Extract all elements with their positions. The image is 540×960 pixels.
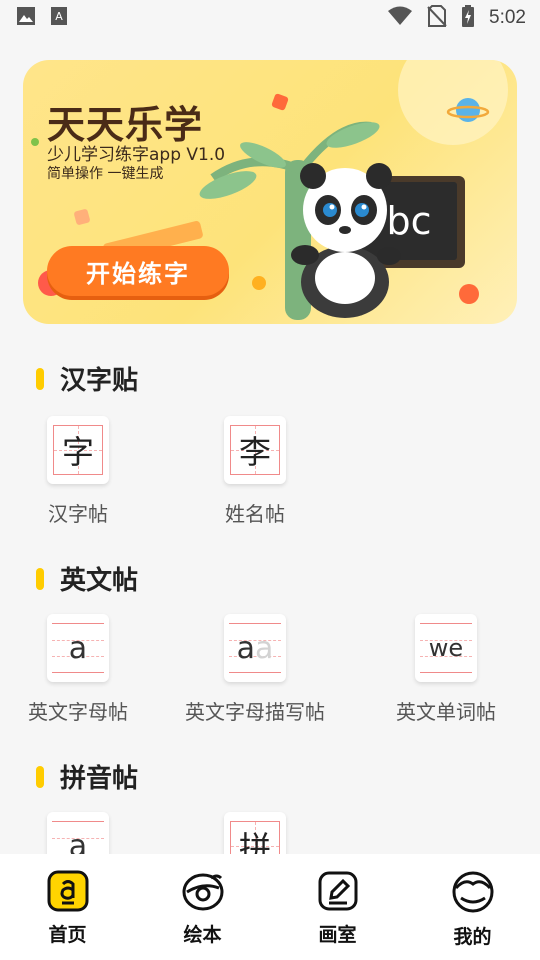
image-icon [16,6,36,30]
banner-subtitle: 少儿学习练字app V1.0 [47,145,226,165]
tile-label: 英文字母描写帖 [185,700,325,724]
profile-icon [451,870,495,918]
tile-name-copybook[interactable]: 李 姓名帖 [175,416,335,527]
tile-card: we [415,614,477,682]
battery-charging-icon [461,5,475,31]
section-title-chinese: 汉字贴 [36,360,138,397]
nav-label: 画室 [318,924,357,946]
nav-profile[interactable]: 我的 [405,854,540,960]
nav-studio[interactable]: 画室 [270,854,405,960]
no-sim-icon [427,5,447,31]
tile-english-words[interactable]: we 英文单词帖 [366,614,526,725]
status-bar: A 5:02 [0,0,540,36]
tile-chinese-character[interactable]: 字 汉字帖 [0,416,158,527]
tile-card: 李 [224,416,286,484]
tile-label: 汉字帖 [48,502,108,526]
text-recognition-icon: A [50,6,68,30]
section-accent-bar [36,567,44,590]
svg-text:A: A [55,10,63,23]
picture-book-icon [181,870,225,916]
nav-label: 首页 [48,924,87,946]
nav-label: 我的 [453,926,492,948]
tile-english-tracing[interactable]: aa 英文字母描写帖 [175,614,335,725]
home-icon [47,870,89,916]
svg-text:bc: bc [386,199,431,243]
tile-card: a [47,614,109,682]
wifi-icon [387,6,413,30]
clock-time: 5:02 [489,7,526,28]
hero-banner[interactable]: bc 天天乐学 少儿学习练字app V1.0 简单操作 一键生成 开始练字 [23,60,517,324]
section-title-english: 英文帖 [36,560,138,597]
section-title-pinyin: 拼音帖 [36,758,138,795]
nav-home[interactable]: 首页 [0,854,135,960]
start-practice-button[interactable]: 开始练字 [47,246,229,296]
nav-picture-book[interactable]: 绘本 [135,854,270,960]
tile-card: aa [224,614,286,682]
section-accent-bar [36,367,44,390]
tile-label: 英文单词帖 [396,700,496,724]
banner-tagline: 简单操作 一键生成 [47,166,164,182]
tile-english-letters[interactable]: a 英文字母帖 [0,614,158,725]
studio-icon [317,870,359,916]
tile-label: 英文字母帖 [28,700,128,724]
bottom-navigation: 首页 绘本 画室 我的 [0,854,540,960]
tile-card: 字 [47,416,109,484]
tile-label: 姓名帖 [225,502,285,526]
section-accent-bar [36,765,44,788]
nav-label: 绘本 [183,924,222,946]
